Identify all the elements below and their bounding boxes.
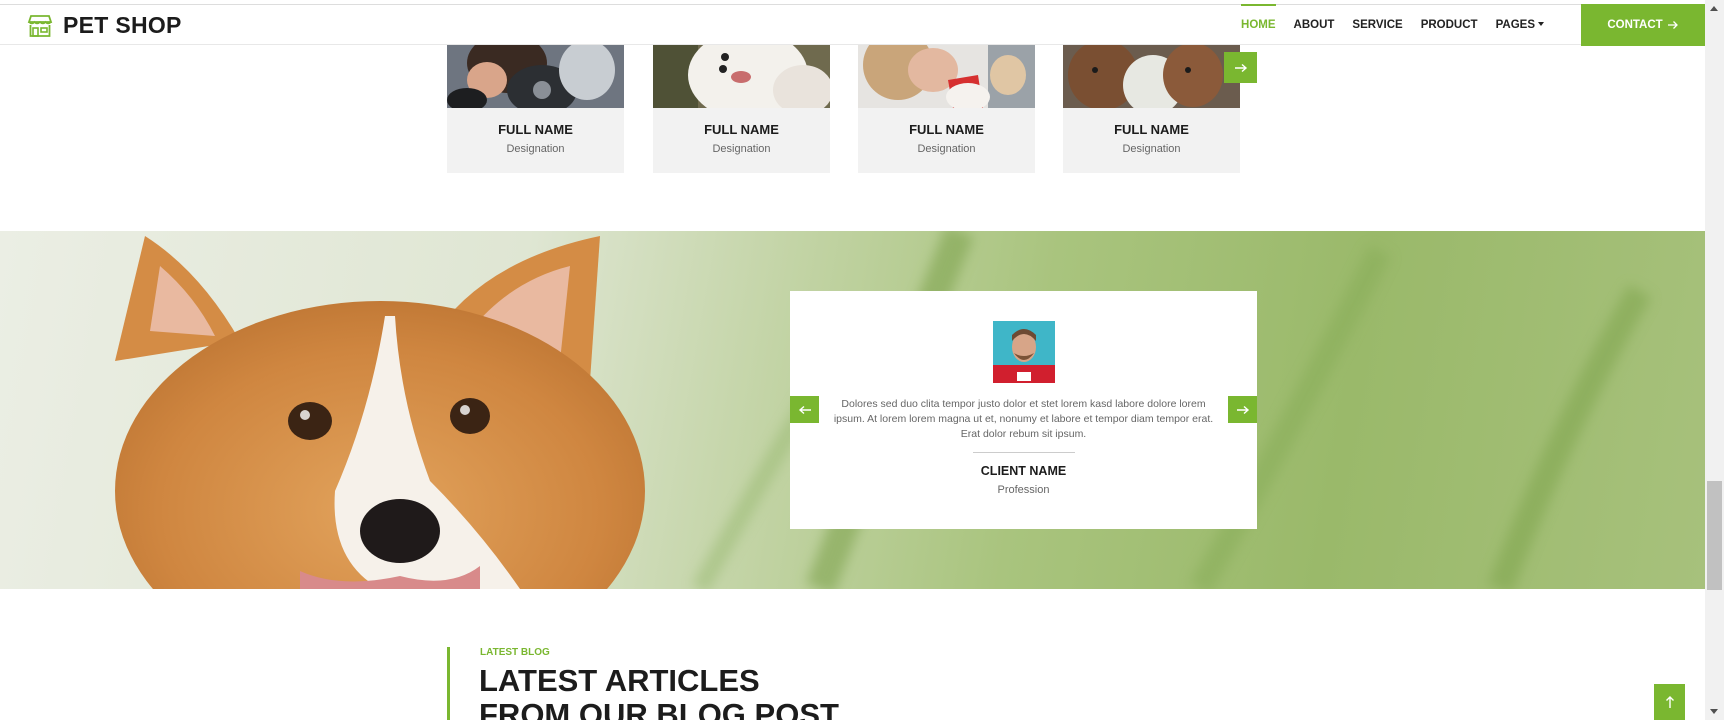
- team-photo: [1063, 45, 1240, 108]
- testimonial-text: Dolores sed duo clita tempor justo dolor…: [833, 398, 1214, 440]
- testimonial-prev-button[interactable]: [790, 396, 819, 423]
- nav-about[interactable]: ABOUT: [1285, 5, 1344, 46]
- team-member-role: Designation: [506, 143, 565, 155]
- divider: [973, 452, 1075, 453]
- team-card: FULL NAME Designation: [653, 45, 830, 173]
- team-card: FULL NAME Designation: [1063, 45, 1240, 173]
- nav-pages-label: PAGES: [1495, 19, 1535, 31]
- team-info: FULL NAME Designation: [858, 108, 1035, 173]
- arrow-up-icon: [1665, 696, 1674, 708]
- arrow-left-icon: [798, 405, 811, 414]
- team-photo: [858, 45, 1035, 108]
- team-info: FULL NAME Designation: [1063, 108, 1240, 173]
- team-info: FULL NAME Designation: [653, 108, 830, 173]
- brand-name: PET SHOP: [63, 12, 182, 38]
- team-card: FULL NAME Designation: [858, 45, 1035, 173]
- client-name: CLIENT NAME: [980, 464, 1067, 478]
- team-member-name: FULL NAME: [498, 122, 573, 137]
- team-member-role: Designation: [1122, 143, 1181, 155]
- nav-service[interactable]: SERVICE: [1343, 5, 1411, 46]
- navbar: PET SHOP HOME ABOUT SERVICE PRODUCT PAGE…: [0, 4, 1705, 46]
- blog-title: LATEST ARTICLES FROM OUR BLOG POST: [479, 663, 839, 720]
- arrow-right-icon: [1234, 63, 1247, 72]
- nav-pages-dropdown[interactable]: PAGES: [1487, 5, 1553, 46]
- team-member-role: Designation: [712, 143, 771, 155]
- scroll-down-icon[interactable]: [1710, 709, 1718, 714]
- testimonial-next-button[interactable]: [1228, 396, 1257, 423]
- nav-product[interactable]: PRODUCT: [1412, 5, 1487, 46]
- team-photo: [447, 45, 624, 108]
- contact-label: CONTACT: [1607, 19, 1663, 31]
- team-member-role: Designation: [917, 143, 976, 155]
- contact-button[interactable]: CONTACT: [1581, 4, 1705, 46]
- arrow-right-icon: [1667, 21, 1678, 29]
- caret-down-icon: [1538, 22, 1544, 26]
- team-member-name: FULL NAME: [909, 122, 984, 137]
- nav-home[interactable]: HOME: [1232, 4, 1285, 46]
- back-to-top-button[interactable]: [1654, 684, 1685, 720]
- team-photo: [653, 45, 830, 108]
- shop-icon: [27, 14, 53, 37]
- arrow-right-icon: [1236, 405, 1249, 414]
- team-info: FULL NAME Designation: [447, 108, 624, 173]
- client-avatar: [993, 321, 1055, 383]
- section-accent-bar: [447, 647, 450, 720]
- client-profession: Profession: [997, 484, 1050, 496]
- scroll-up-icon[interactable]: [1710, 6, 1718, 11]
- team-card: FULL NAME Designation: [447, 45, 624, 173]
- testimonial-card: Dolores sed duo clita tempor justo dolor…: [790, 291, 1257, 529]
- team-member-name: FULL NAME: [1114, 122, 1189, 137]
- nav-menu: HOME ABOUT SERVICE PRODUCT PAGES: [1232, 4, 1553, 46]
- brand-logo[interactable]: PET SHOP: [27, 12, 182, 39]
- team-member-name: FULL NAME: [704, 122, 779, 137]
- blog-subtitle: LATEST BLOG: [480, 647, 550, 658]
- team-carousel-next-button[interactable]: [1224, 52, 1257, 83]
- scroll-thumb[interactable]: [1707, 481, 1722, 590]
- page-scrollbar[interactable]: [1705, 0, 1724, 720]
